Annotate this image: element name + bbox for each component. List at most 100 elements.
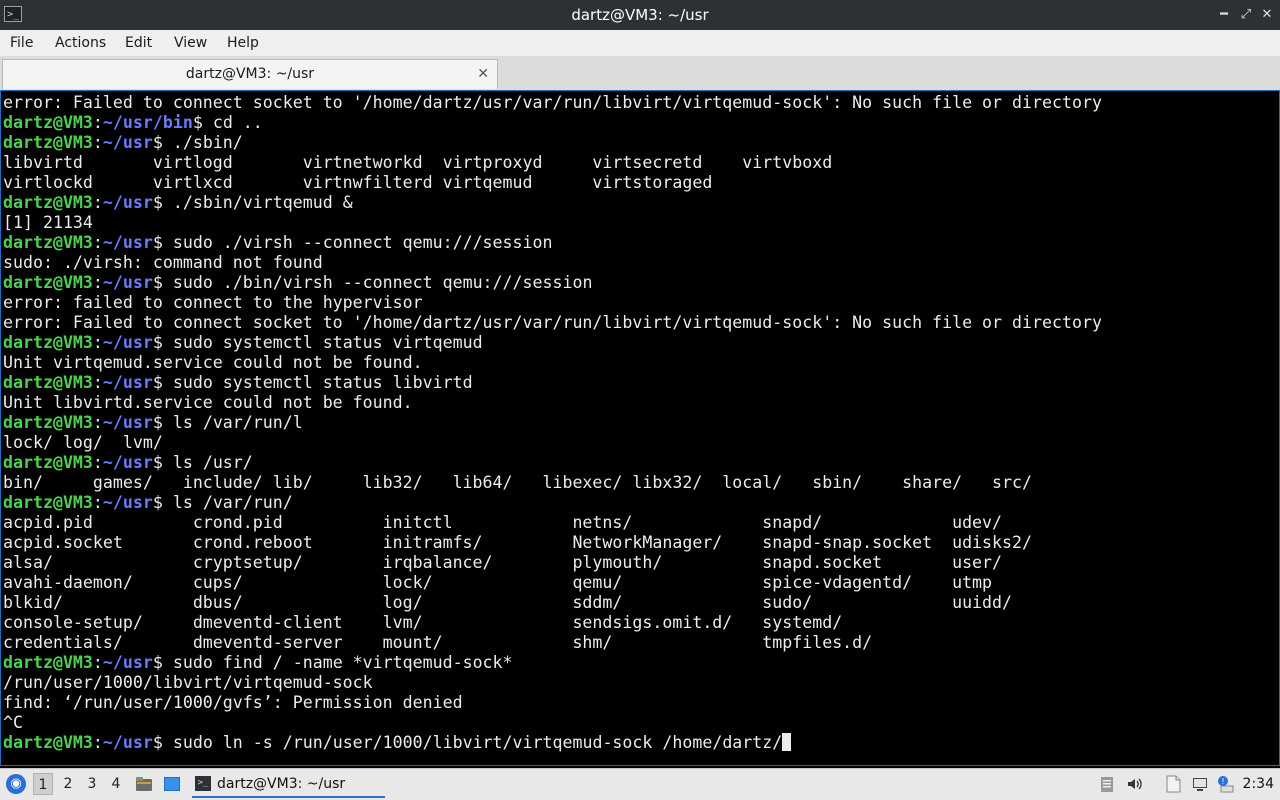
- prompt-user: dartz@VM3: [3, 133, 93, 152]
- terminal-lines: error: Failed to connect socket to '/hom…: [3, 93, 1102, 753]
- command-text: $ sudo systemctl status virtqemud: [152, 333, 483, 352]
- output-text: lock/ log/ lvm/: [3, 433, 163, 452]
- terminal-command-line: dartz@VM3:~/usr$ sudo ./virsh --connect …: [3, 233, 1102, 253]
- menu-actions[interactable]: Actions: [55, 30, 106, 56]
- output-text: console-setup/ dmeventd-client lvm/ send…: [3, 613, 843, 632]
- command-text: $ sudo ./virsh --connect qemu:///session: [152, 233, 553, 252]
- clock[interactable]: 2:34: [1243, 769, 1274, 799]
- command-text: $ cd ..: [192, 113, 263, 132]
- terminal-output-line: libvirtd virtlogd virtnetworkd virtproxy…: [3, 153, 1102, 173]
- terminal-output-line: /run/user/1000/libvirt/virtqemud-sock: [3, 673, 1102, 693]
- workspace-4[interactable]: 4: [106, 773, 126, 795]
- prompt-user: dartz@VM3: [3, 653, 93, 672]
- prompt-user: dartz@VM3: [3, 373, 93, 392]
- terminal-output-line: find: ‘/run/user/1000/gvfs’: Permission …: [3, 693, 1102, 713]
- terminal-output-line: acpid.socket crond.reboot initramfs/ Net…: [3, 533, 1102, 553]
- command-text: $ ls /var/run/l: [152, 413, 303, 432]
- prompt-separator: :: [92, 273, 103, 292]
- menu-file[interactable]: File: [10, 30, 33, 56]
- terminal-command-line: dartz@VM3:~/usr$ sudo ./bin/virsh --conn…: [3, 273, 1102, 293]
- prompt-separator: :: [92, 653, 103, 672]
- command-text: $ sudo systemctl status libvirtd: [152, 373, 473, 392]
- prompt-directory: ~/usr: [102, 453, 153, 472]
- start-menu-icon[interactable]: ◉: [6, 774, 26, 794]
- output-text: error: Failed to connect socket to '/hom…: [3, 313, 1102, 332]
- clipboard-icon[interactable]: [1098, 775, 1116, 793]
- workspace-2[interactable]: 2: [58, 773, 78, 795]
- terminal-output-line: lock/ log/ lvm/: [3, 433, 1102, 453]
- terminal-command-line: dartz@VM3:~/usr$ sudo systemctl status l…: [3, 373, 1102, 393]
- workspace-3[interactable]: 3: [82, 773, 102, 795]
- maximize-button[interactable]: ⤢: [1237, 6, 1255, 24]
- tab-close-icon[interactable]: ✕: [477, 60, 489, 88]
- prompt-separator: :: [92, 233, 103, 252]
- prompt-separator: :: [92, 373, 103, 392]
- terminal-output-line: error: Failed to connect socket to '/hom…: [3, 93, 1102, 113]
- prompt-separator: :: [92, 333, 103, 352]
- output-text: avahi-daemon/ cups/ lock/ qemu/ spice-vd…: [3, 573, 993, 592]
- output-text: /run/user/1000/libvirt/virtqemud-sock: [3, 673, 373, 692]
- tab-terminal[interactable]: dartz@VM3: ~/usr ✕: [2, 59, 498, 89]
- notes-icon[interactable]: [1164, 775, 1182, 793]
- output-text: libvirtd virtlogd virtnetworkd virtproxy…: [3, 153, 833, 172]
- prompt-user: dartz@VM3: [3, 193, 93, 212]
- menu-view[interactable]: View: [174, 30, 207, 56]
- minimize-button[interactable]: ━: [1215, 6, 1233, 24]
- terminal-output-line: sudo: ./virsh: command not found: [3, 253, 1102, 273]
- output-text: error: Failed to connect socket to '/hom…: [3, 93, 1102, 112]
- output-text: acpid.socket crond.reboot initramfs/ Net…: [3, 533, 1032, 552]
- output-text: acpid.pid crond.pid initctl netns/ snapd…: [3, 513, 1003, 532]
- window-title: dartz@VM3: ~/usr: [571, 6, 709, 24]
- network-icon[interactable]: [1191, 775, 1209, 793]
- prompt-directory: ~/usr: [102, 373, 153, 392]
- show-desktop-icon[interactable]: [163, 775, 181, 793]
- terminal-output[interactable]: error: Failed to connect socket to '/hom…: [0, 90, 1280, 766]
- command-text: $ ls /usr/: [152, 453, 253, 472]
- prompt-directory: ~/usr: [102, 233, 153, 252]
- output-text: [1] 21134: [3, 213, 93, 232]
- prompt-user: dartz@VM3: [3, 733, 93, 752]
- command-text: $ ls /var/run/: [152, 493, 293, 512]
- tab-bar: dartz@VM3: ~/usr ✕: [0, 56, 1280, 90]
- terminal-command-line: dartz@VM3:~/usr$ sudo ln -s /run/user/10…: [3, 733, 1102, 753]
- terminal-output-line: virtlockd virtlxcd virtnwfilterd virtqem…: [3, 173, 1102, 193]
- prompt-directory: ~/usr: [102, 413, 153, 432]
- terminal-output-line: acpid.pid crond.pid initctl netns/ snapd…: [3, 513, 1102, 533]
- prompt-separator: :: [92, 453, 103, 472]
- terminal-command-line: dartz@VM3:~/usr$ ./sbin/: [3, 133, 1102, 153]
- prompt-directory: ~/usr: [102, 133, 153, 152]
- update-notifier-icon[interactable]: !: [1216, 775, 1234, 793]
- terminal-command-line: dartz@VM3:~/usr$ ls /var/run/l: [3, 413, 1102, 433]
- menu-help[interactable]: Help: [227, 30, 259, 56]
- file-manager-icon[interactable]: [135, 775, 153, 793]
- terminal-command-line: dartz@VM3:~/usr$ sudo systemctl status v…: [3, 333, 1102, 353]
- command-text: $ sudo ln -s /run/user/1000/libvirt/virt…: [152, 733, 783, 752]
- menu-edit[interactable]: Edit: [125, 30, 152, 56]
- output-text: Unit libvirtd.service could not be found…: [3, 393, 413, 412]
- prompt-separator: :: [92, 493, 103, 512]
- taskbar: ◉ 1 2 3 4 >_ dartz@VM3: ~/usr ! 2:34: [0, 768, 1280, 800]
- terminal-output-line: error: Failed to connect socket to '/hom…: [3, 313, 1102, 333]
- terminal-task-icon: >_: [195, 776, 211, 791]
- svg-text:!: !: [1221, 777, 1224, 786]
- prompt-separator: :: [92, 193, 103, 212]
- workspace-1[interactable]: 1: [33, 773, 53, 795]
- text-cursor: [782, 733, 792, 751]
- prompt-directory: ~/usr: [102, 493, 153, 512]
- output-text: sudo: ./virsh: command not found: [3, 253, 323, 272]
- terminal-command-line: dartz@VM3:~/usr/bin$ cd ..: [3, 113, 1102, 133]
- command-text: $ ./sbin/virtqemud &: [152, 193, 353, 212]
- prompt-separator: :: [92, 733, 103, 752]
- output-text: find: ‘/run/user/1000/gvfs’: Permission …: [3, 693, 463, 712]
- prompt-user: dartz@VM3: [3, 413, 93, 432]
- command-text: $ ./sbin/: [152, 133, 243, 152]
- close-button[interactable]: ✕: [1258, 6, 1276, 24]
- terminal-output-line: blkid/ dbus/ log/ sddm/ sudo/ uuidd/: [3, 593, 1102, 613]
- output-text: virtlockd virtlxcd virtnwfilterd virtqem…: [3, 173, 713, 192]
- taskbar-task-terminal[interactable]: >_ dartz@VM3: ~/usr: [192, 771, 385, 798]
- output-text: alsa/ cryptsetup/ irqbalance/ plymouth/ …: [3, 553, 1003, 572]
- prompt-user: dartz@VM3: [3, 233, 93, 252]
- prompt-directory: ~/usr: [102, 333, 153, 352]
- prompt-user: dartz@VM3: [3, 453, 93, 472]
- volume-icon[interactable]: [1126, 775, 1144, 793]
